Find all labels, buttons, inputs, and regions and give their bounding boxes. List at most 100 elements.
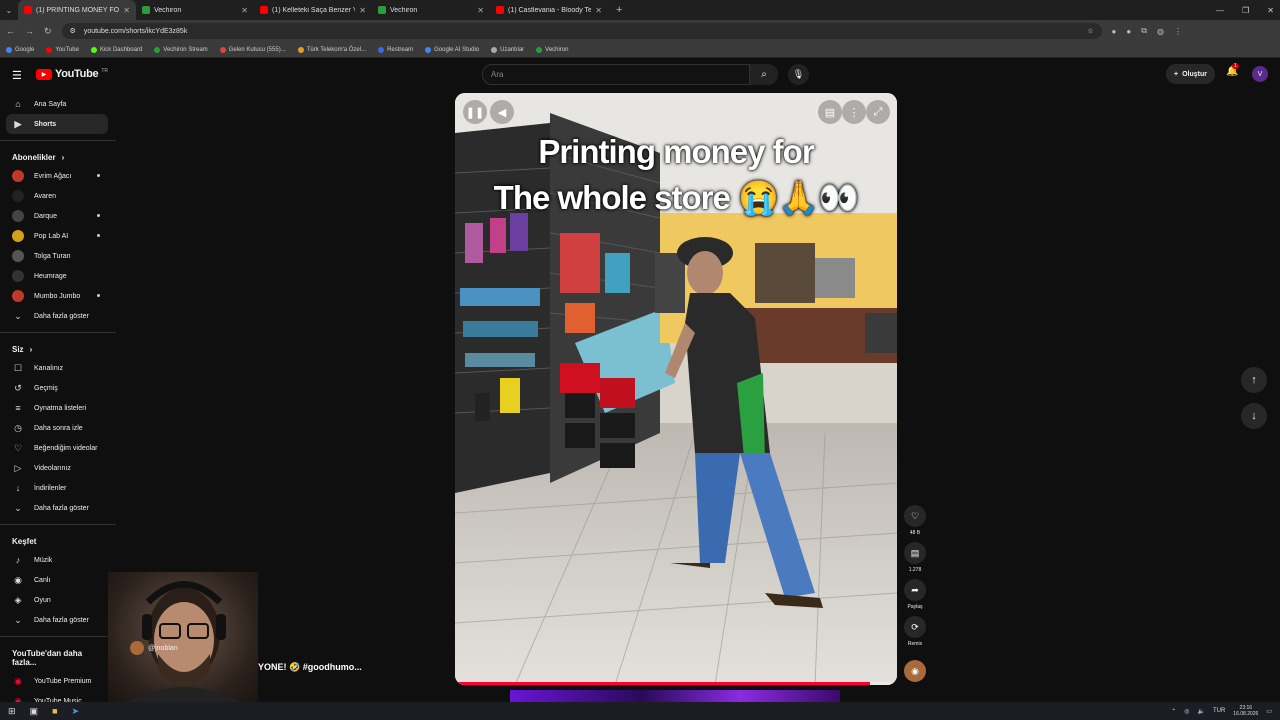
sidebar-item[interactable]: ♡ Beğendiğim videolar <box>0 438 116 458</box>
puzzle-icon[interactable]: ⧉ <box>1141 26 1147 36</box>
telegram-icon[interactable]: ➤ <box>72 706 80 717</box>
create-button[interactable]: + Oluştur <box>1166 64 1215 84</box>
network-icon[interactable]: ◎ <box>1184 708 1189 715</box>
sidebar-item[interactable]: ◉ Canlı <box>0 570 116 590</box>
sidebar-item[interactable]: ☐ Kanalınız <box>0 358 116 378</box>
volume-icon[interactable]: ◀ <box>490 100 514 124</box>
sidebar-item[interactable]: ⌄ Daha fazla göster <box>0 306 116 326</box>
shorts-player[interactable]: Printing money for The whole store 😭🙏👀 ❚… <box>455 93 897 685</box>
sidebar-item[interactable]: ♪ Müzik <box>0 550 116 570</box>
extension-icon[interactable]: ● <box>1126 27 1131 36</box>
search-button[interactable]: ⌕ <box>750 64 778 85</box>
sidebar-section-header[interactable]: YouTube'dan daha fazla... <box>0 641 116 671</box>
tab-close-icon[interactable]: ✕ <box>241 6 248 15</box>
clock[interactable]: 23:16 16.08.2026 <box>1233 705 1258 717</box>
site-info-icon[interactable]: ⚙ <box>70 27 76 35</box>
sidebar-item[interactable]: ▶ Shorts <box>6 114 108 134</box>
youtube-logo[interactable]: ▶ YouTube TR <box>36 68 108 80</box>
tab-close-icon[interactable]: ✕ <box>123 6 130 15</box>
sidebar-item-subscription[interactable]: Tolga Turan <box>0 246 116 266</box>
language-indicator[interactable]: TUR <box>1213 708 1225 714</box>
sidebar-item-label: Daha fazla göster <box>34 616 89 624</box>
speaker-icon[interactable]: 🔈 <box>1197 708 1204 715</box>
sidebar-item[interactable]: ↓ İndirilenler <box>0 478 116 498</box>
captions-icon[interactable]: ▤ <box>818 100 842 124</box>
bookmark-item[interactable]: Restream <box>378 46 413 53</box>
reload-icon[interactable]: ↻ <box>44 26 52 37</box>
account-avatar[interactable]: V <box>1252 66 1268 82</box>
tab-close-icon[interactable]: ✕ <box>359 6 366 15</box>
browser-tab[interactable]: (1) Castlevania - Bloody Tears (✕ <box>490 0 608 20</box>
menu-dots-icon[interactable]: ⋮ <box>1174 27 1182 36</box>
extension-icon[interactable]: ● <box>1112 27 1117 36</box>
close-window-icon[interactable]: ✕ <box>1267 6 1274 15</box>
browser-tab[interactable]: (1) PRINTING MONEY FOR ✕ <box>18 0 136 20</box>
sidebar-item-label: YouTube Premium <box>34 677 92 685</box>
sidebar-item[interactable]: ↺ Geçmiş <box>0 378 116 398</box>
bookmark-item[interactable]: Google <box>6 46 34 53</box>
fullscreen-icon[interactable]: ⤢ <box>866 100 890 124</box>
url-bar[interactable]: ⚙ youtube.com/shorts/ikcYdE3z85k ☆ <box>61 23 1102 39</box>
bookmark-item[interactable]: Kick Dashboard <box>90 46 142 53</box>
maximize-icon[interactable]: ❐ <box>1242 6 1249 15</box>
sidebar-item[interactable]: ◉ YouTube Premium <box>0 671 116 691</box>
sidebar-section-header[interactable]: Siz › <box>0 337 116 358</box>
next-short-button[interactable]: ↓ <box>1241 403 1267 429</box>
voice-search-button[interactable]: 🎙 <box>788 64 809 85</box>
sidebar-item[interactable]: ◷ Daha sonra izle <box>0 418 116 438</box>
sidebar-item-subscription[interactable]: Darque <box>0 206 116 226</box>
sidebar-item-subscription[interactable]: Mumbo Jumbo <box>0 286 116 306</box>
sidebar-item[interactable]: ⌂ Ana Sayfa <box>0 94 116 114</box>
browser-tab[interactable]: Vechiron ✕ <box>136 0 254 20</box>
tray-chevron-icon[interactable]: ⌃ <box>1171 708 1176 715</box>
notifications-button[interactable]: 🔔 1 <box>1226 63 1239 77</box>
windows-start-icon[interactable]: ⊞ <box>8 706 16 717</box>
channel-avatar[interactable]: ◉ <box>904 660 926 682</box>
overlay-avatar <box>130 641 144 655</box>
forward-icon[interactable]: → <box>25 26 34 36</box>
notification-center-icon[interactable]: ▭ <box>1266 708 1272 715</box>
bookmark-item[interactable]: Uzantılar <box>491 46 524 53</box>
new-tab-button[interactable]: + <box>608 4 630 16</box>
file-explorer-icon[interactable]: ■ <box>52 706 57 716</box>
sidebar-section-header[interactable]: Abonelikler › <box>0 145 116 166</box>
profile-icon[interactable]: ◍ <box>1157 27 1164 36</box>
back-icon[interactable]: ← <box>6 26 15 36</box>
bookmark-star-icon[interactable]: ☆ <box>1087 27 1093 35</box>
divider <box>0 140 116 141</box>
like-button[interactable]: ♡ 48 B <box>902 505 928 536</box>
bookmark-item[interactable]: Türk Telekom'a Özel... <box>297 46 366 53</box>
hamburger-menu-icon[interactable]: ☰ <box>12 69 22 82</box>
sidebar-item[interactable]: ⌄ Daha fazla göster <box>0 498 116 518</box>
share-button[interactable]: ➦ Paylaş <box>902 579 928 610</box>
sidebar-section-header[interactable]: Keşfet <box>0 529 116 550</box>
tab-close-icon[interactable]: ✕ <box>477 6 484 15</box>
sidebar-item-subscription[interactable]: Pop Lab AI <box>0 226 116 246</box>
bookmark-item[interactable]: Vechiron <box>536 46 569 53</box>
pause-icon[interactable]: ❚❚ <box>463 100 487 124</box>
sidebar-item[interactable]: ▷ Videolarınız <box>0 458 116 478</box>
progress-bar[interactable] <box>455 682 897 685</box>
comment-button[interactable]: ▤ 1.278 <box>902 542 928 573</box>
sidebar-item-subscription[interactable]: Evrim Ağacı <box>0 166 116 186</box>
bookmark-item[interactable]: Gelen Kutusu (555)... <box>219 46 286 53</box>
more-options-icon[interactable]: ⋮ <box>842 100 866 124</box>
minimize-icon[interactable]: — <box>1216 6 1224 15</box>
tab-search-icon[interactable]: ⌄ <box>0 0 18 20</box>
tab-close-icon[interactable]: ✕ <box>595 6 602 15</box>
remix-button[interactable]: ⟳ Remix <box>902 616 928 647</box>
sidebar-item[interactable]: ◈ Oyun <box>0 590 116 610</box>
sidebar-item-subscription[interactable]: Heumrage <box>0 266 116 286</box>
browser-tab[interactable]: Vechiron ✕ <box>372 0 490 20</box>
previous-short-button[interactable]: ↑ <box>1241 367 1267 393</box>
bookmark-item[interactable]: Vechiron Stream <box>154 46 208 53</box>
bookmark-label: YouTube <box>55 46 79 53</box>
sidebar-item[interactable]: ≡ Oynatma listeleri <box>0 398 116 418</box>
sidebar-item[interactable]: ⌄ Daha fazla göster <box>0 610 116 630</box>
bookmark-item[interactable]: YouTube <box>46 46 79 53</box>
browser-tab[interactable]: (1) Kelleteki Saça Benzer Yapısıy✕ <box>254 0 372 20</box>
sidebar-item-subscription[interactable]: Avaren <box>0 186 116 206</box>
bookmark-item[interactable]: Google AI Studio <box>425 46 479 53</box>
task-view-icon[interactable]: ▣ <box>30 706 39 717</box>
search-input[interactable]: Ara <box>482 64 750 85</box>
